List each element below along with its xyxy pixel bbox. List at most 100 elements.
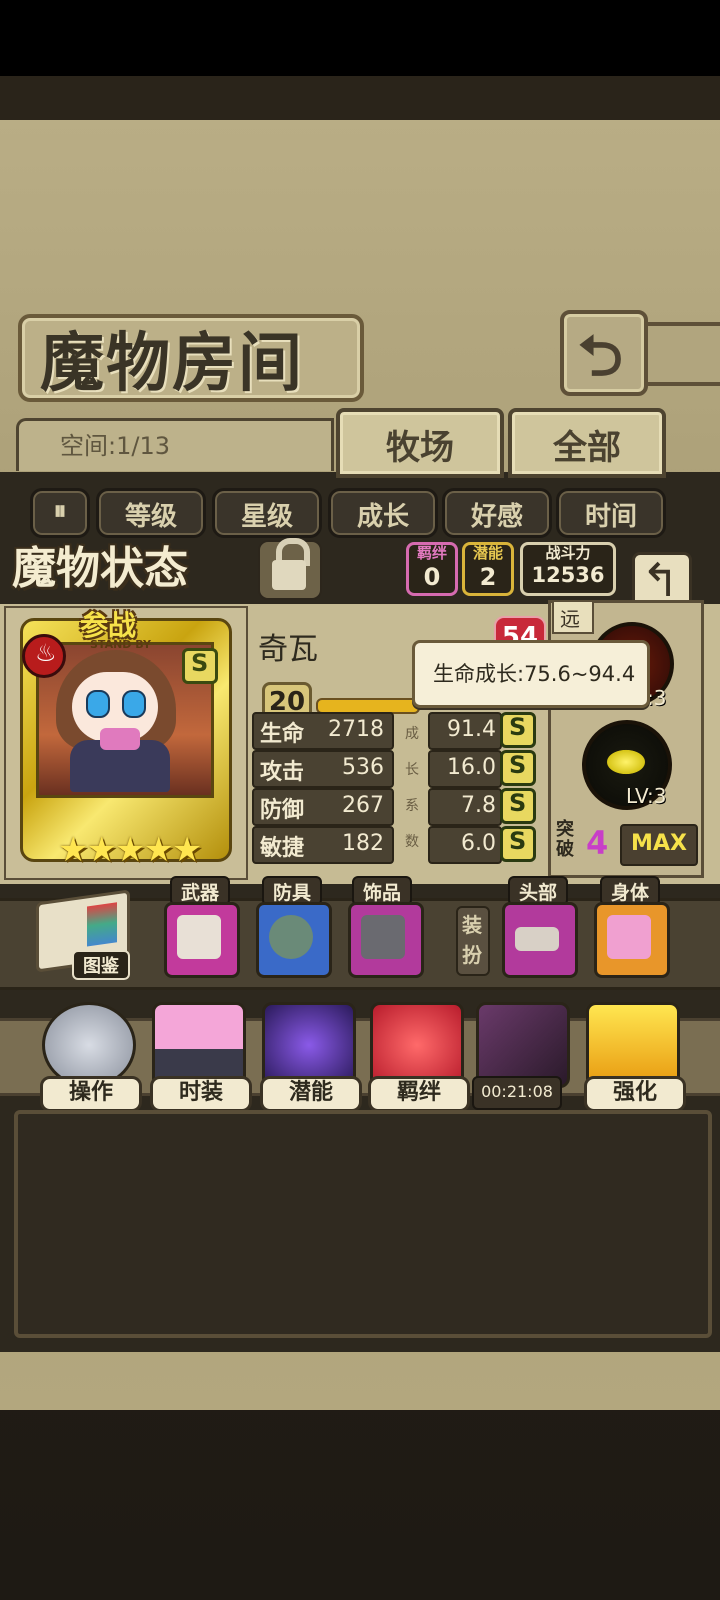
sort-growth-button[interactable]: 成长 bbox=[328, 488, 438, 538]
stat-value: 267 bbox=[342, 793, 384, 818]
encyclopedia-label: 图鉴 bbox=[72, 950, 130, 980]
range-tag: 远 bbox=[552, 600, 594, 634]
slot-label-text: 武器 bbox=[180, 882, 219, 904]
stat-label: 攻击 bbox=[260, 760, 305, 785]
slot-head[interactable] bbox=[502, 902, 578, 978]
pause-button[interactable]: ⏸ bbox=[30, 488, 90, 538]
tab-ranch-label: 牧场 bbox=[386, 428, 454, 468]
back-button[interactable]: ⮌ bbox=[560, 310, 648, 396]
space-count: 空间:1/13 bbox=[60, 432, 170, 460]
slot-label-text: 饰品 bbox=[362, 882, 401, 904]
action-label: 时装 bbox=[150, 1076, 252, 1112]
armor-icon bbox=[269, 915, 313, 959]
standby-subtext: STAND BY bbox=[90, 638, 151, 651]
action-label: 强化 bbox=[584, 1076, 686, 1112]
tab-all-label: 全部 bbox=[553, 428, 621, 468]
growth-attack: 16.0 bbox=[428, 750, 502, 788]
action-bond[interactable]: 羁绊 bbox=[368, 1000, 470, 1112]
bond-value: 0 bbox=[423, 563, 441, 591]
sort-level-button[interactable]: 等级 bbox=[96, 488, 206, 538]
growth-agility: 6.0 bbox=[428, 826, 502, 864]
growth-tooltip: 生命成长:75.6~94.4 bbox=[412, 640, 650, 708]
potential-box: 潜能 2 bbox=[462, 542, 514, 596]
chibi-eye-right bbox=[122, 690, 146, 718]
swap-timer-text: 00:21:08 bbox=[481, 1082, 553, 1101]
growth-value: 91.4 bbox=[447, 717, 496, 742]
dress-up-label: 装扮 bbox=[462, 913, 482, 967]
potential-value: 2 bbox=[479, 563, 497, 591]
action-label: 操作 bbox=[40, 1076, 142, 1112]
lock-icon[interactable] bbox=[258, 538, 322, 600]
chibi-bow bbox=[100, 728, 140, 750]
breakthrough-value: 4 bbox=[586, 824, 609, 862]
action-fashion[interactable]: 时装 bbox=[150, 1000, 252, 1112]
grade-badge: S bbox=[500, 712, 536, 748]
stat-label: 敏捷 bbox=[260, 836, 305, 861]
max-button[interactable]: MAX bbox=[620, 824, 698, 866]
return-arrow-icon: ↰ bbox=[641, 553, 680, 607]
stat-row-agility[interactable]: 敏捷 182 bbox=[252, 826, 394, 864]
growth-label-char: 长 bbox=[405, 762, 419, 778]
stat-row-defense[interactable]: 防御 267 bbox=[252, 788, 394, 826]
slot-label-text: 头部 bbox=[518, 882, 557, 904]
rank-badge-label: S bbox=[191, 649, 209, 677]
skill-2-level: LV:3 bbox=[626, 784, 667, 808]
range-label: 远 bbox=[560, 607, 580, 631]
slot-body[interactable] bbox=[594, 902, 670, 978]
action-label: 潜能 bbox=[260, 1076, 362, 1112]
growth-value: 6.0 bbox=[461, 831, 496, 856]
slot-weapon[interactable] bbox=[164, 902, 240, 978]
grade-badge-label: S bbox=[509, 713, 527, 741]
power-value: 12536 bbox=[531, 563, 605, 587]
rank-badge: S bbox=[182, 648, 218, 684]
grade-badge-label: S bbox=[509, 827, 527, 855]
monster-list-area bbox=[14, 1110, 712, 1338]
sort-time-button[interactable]: 时间 bbox=[556, 488, 666, 538]
tiara-icon bbox=[515, 927, 559, 951]
growth-defense: 7.8 bbox=[428, 788, 502, 826]
growth-coefficient-label: 成 长 系 数 bbox=[402, 716, 422, 860]
action-potential[interactable]: 潜能 bbox=[260, 1000, 362, 1112]
dress-up-tag: 装扮 bbox=[456, 906, 490, 976]
grade-badge: S bbox=[500, 826, 536, 862]
stat-value: 536 bbox=[342, 755, 384, 780]
swap-timer: 00:21:08 bbox=[472, 1076, 562, 1110]
monster-status-title: 魔物状态 bbox=[12, 543, 188, 594]
pause-icon: ⏸ bbox=[53, 496, 67, 526]
action-operate[interactable]: 操作 bbox=[40, 1000, 142, 1112]
slot-label-text: 防具 bbox=[272, 882, 311, 904]
sort-time-label: 时间 bbox=[584, 502, 637, 532]
stat-value: 2718 bbox=[328, 717, 384, 742]
tab-all[interactable]: 全部 bbox=[508, 408, 666, 478]
sort-star-button[interactable]: 星级 bbox=[212, 488, 322, 538]
chibi-eye-left bbox=[86, 690, 110, 718]
slot-armor[interactable] bbox=[256, 902, 332, 978]
growth-label-char: 数 bbox=[405, 834, 419, 850]
slot-accessory[interactable] bbox=[348, 902, 424, 978]
return-arrow-icon: ⮌ bbox=[578, 324, 623, 389]
grade-badge-label: S bbox=[509, 751, 527, 779]
weapon-icon bbox=[177, 915, 221, 959]
growth-value: 16.0 bbox=[447, 755, 496, 780]
action-upgrade[interactable]: 强化 bbox=[584, 1000, 686, 1112]
sort-affection-button[interactable]: 好感 bbox=[442, 488, 552, 538]
growth-label-char: 系 bbox=[405, 798, 419, 814]
sort-growth-label: 成长 bbox=[356, 502, 409, 532]
tab-ranch[interactable]: 牧场 bbox=[336, 408, 504, 478]
stat-row-hp[interactable]: 生命 2718 bbox=[252, 712, 394, 750]
accessory-icon bbox=[361, 915, 405, 959]
potential-label: 潜能 bbox=[472, 544, 503, 562]
grade-badge: S bbox=[500, 788, 536, 824]
growth-value: 7.8 bbox=[461, 793, 496, 818]
bond-box: 羁绊 0 bbox=[406, 542, 458, 596]
stat-value: 182 bbox=[342, 831, 384, 856]
breakthrough-label: 突破 bbox=[556, 819, 574, 860]
stat-row-attack[interactable]: 攻击 536 bbox=[252, 750, 394, 788]
monster-name: 奇瓦 bbox=[258, 632, 318, 667]
sort-star-label: 星级 bbox=[240, 502, 293, 532]
growth-label-char: 成 bbox=[405, 726, 419, 742]
page-title: 魔物房间 bbox=[40, 326, 304, 401]
grade-badge: S bbox=[500, 750, 536, 786]
star-rating: ★★★★★ bbox=[58, 830, 202, 870]
sort-level-label: 等级 bbox=[124, 502, 177, 532]
